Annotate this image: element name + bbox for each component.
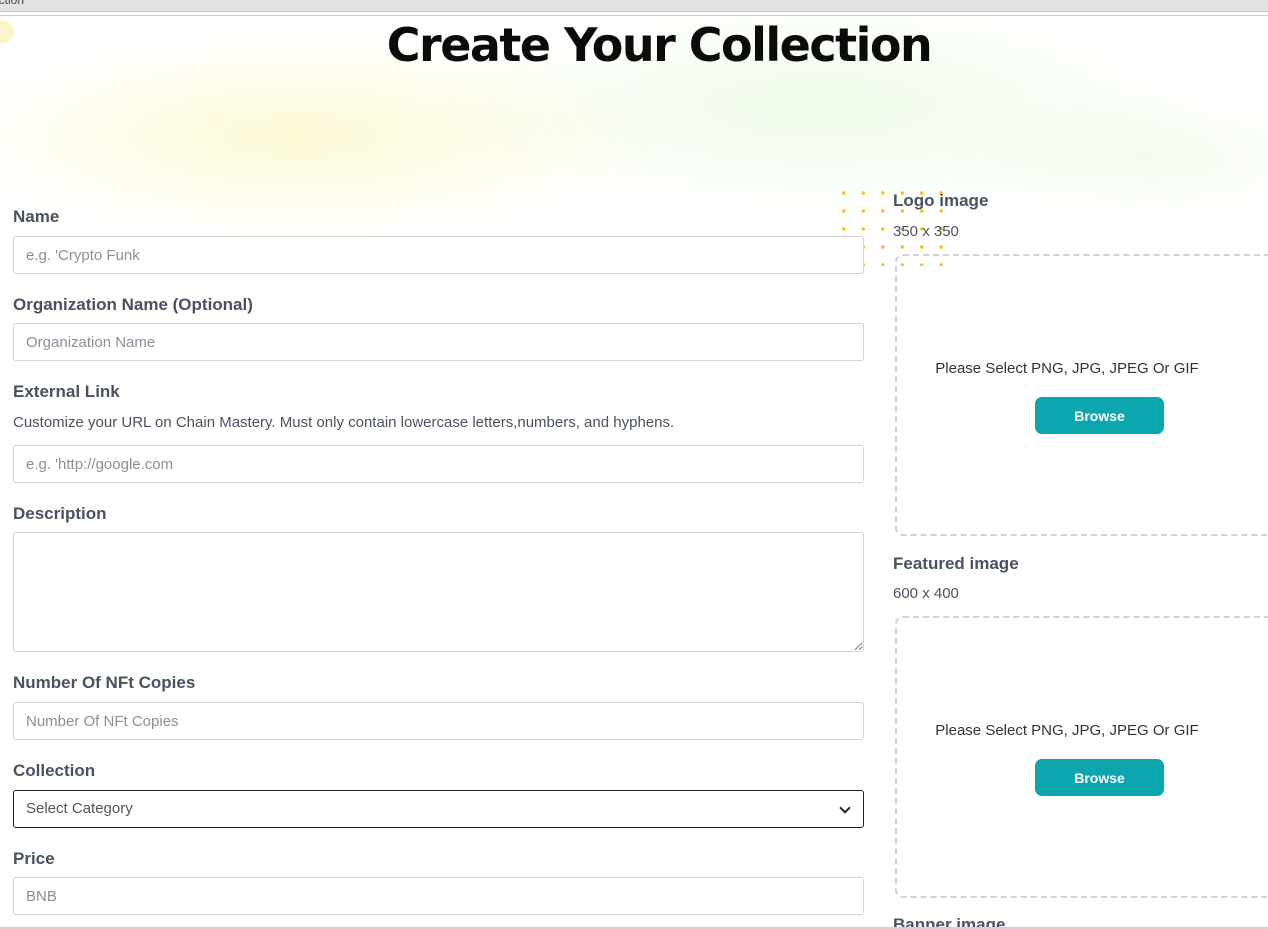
browser-tab-strip: ection [0,0,1268,12]
browser-tab-title[interactable]: ection [0,0,24,7]
featured-image-label: Featured image [893,554,1019,573]
logo-image-size: 350 x 350 [893,223,959,240]
page-title: Create Your Collection [386,18,933,72]
name-input[interactable] [13,236,864,274]
logo-image-label: Logo image [893,191,989,210]
featured-dropzone-message: Please Select PNG, JPG, JPEG Or GIF [935,722,1199,739]
chevron-down-icon [839,802,851,814]
description-textarea[interactable] [13,532,864,652]
featured-dropzone[interactable]: Please Select PNG, JPG, JPEG Or GIF Brow… [895,616,1268,898]
nft-copies-label: Number Of NFt Copies [13,673,196,692]
featured-image-size: 600 x 400 [893,585,959,602]
price-input[interactable] [13,877,864,915]
name-label: Name [13,207,60,226]
logo-dropzone-message: Please Select PNG, JPG, JPEG Or GIF [935,360,1199,377]
collection-select[interactable]: Select Category [13,790,864,828]
nft-copies-input[interactable] [13,702,864,740]
collection-label: Collection [13,761,96,780]
logo-browse-button[interactable]: Browse [1035,397,1164,434]
collection-select-value: Select Category [26,800,133,817]
organization-input[interactable] [13,323,864,361]
featured-browse-button[interactable]: Browse [1035,759,1164,796]
organization-label: Organization Name (Optional) [13,295,253,314]
price-label: Price [13,849,55,868]
external-link-input[interactable] [13,445,864,483]
external-link-label: External Link [13,382,120,401]
description-label: Description [13,504,107,523]
logo-dropzone[interactable]: Please Select PNG, JPG, JPEG Or GIF Brow… [895,254,1268,536]
external-link-help: Customize your URL on Chain Mastery. Mus… [13,414,675,431]
